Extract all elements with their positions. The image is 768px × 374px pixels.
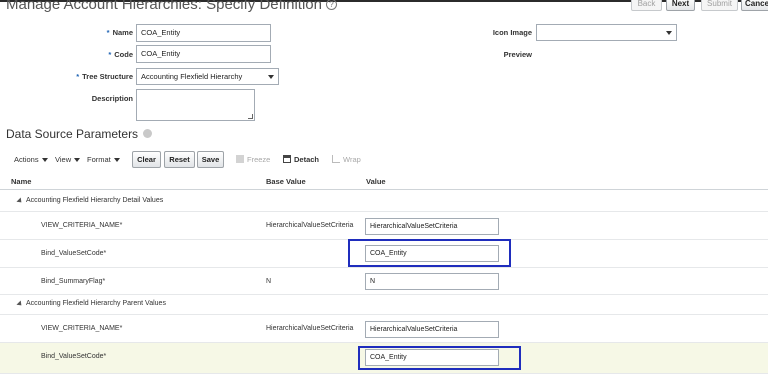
dropdown-arrow-icon bbox=[268, 75, 274, 79]
actions-menu[interactable]: Actions bbox=[14, 155, 48, 164]
description-textarea[interactable] bbox=[136, 89, 255, 121]
table-header: Name Base Value Value bbox=[0, 174, 768, 190]
save-button[interactable]: Save bbox=[197, 151, 224, 168]
reset-button[interactable]: Reset bbox=[164, 151, 195, 168]
tree-structure-label: * Tree Structure bbox=[76, 72, 133, 81]
chevron-down-icon bbox=[41, 158, 48, 162]
row-name: VIEW_CRITERIA_NAME* bbox=[41, 325, 123, 332]
next-button[interactable]: Next bbox=[666, 0, 695, 11]
freeze-icon bbox=[236, 155, 244, 163]
collapse-triangle-icon[interactable] bbox=[16, 300, 24, 308]
collapse-triangle-icon[interactable] bbox=[16, 197, 24, 205]
code-input[interactable]: COA_Entity bbox=[136, 45, 271, 63]
name-input[interactable]: COA_Entity bbox=[136, 24, 271, 42]
preview-label: Preview bbox=[503, 50, 532, 59]
data-source-parameters-title: Data Source Parameters bbox=[6, 127, 153, 141]
back-button[interactable]: Back bbox=[631, 0, 662, 11]
description-label: Description bbox=[91, 94, 133, 103]
table-row[interactable]: VIEW_CRITERIA_NAME* HierarchicalValueSet… bbox=[0, 212, 768, 240]
row-name: VIEW_CRITERIA_NAME* bbox=[41, 222, 123, 229]
format-menu[interactable]: Format bbox=[87, 155, 120, 164]
submit-button[interactable]: Submit bbox=[701, 0, 738, 11]
table-row[interactable]: VIEW_CRITERIA_NAME* HierarchicalValueSet… bbox=[0, 315, 768, 343]
column-header-name[interactable]: Name bbox=[11, 177, 31, 186]
dropdown-arrow-icon bbox=[666, 31, 672, 35]
chevron-down-icon bbox=[113, 158, 120, 162]
freeze-button[interactable]: Freeze bbox=[236, 155, 270, 164]
wrap-icon bbox=[332, 155, 340, 163]
section-title-text: Data Source Parameters bbox=[6, 127, 139, 141]
page-title: Manage Account Hierarchies: Specify Defi… bbox=[6, 0, 337, 13]
group-label: Accounting Flexfield Hierarchy Parent Va… bbox=[16, 300, 166, 308]
row-base-value: N bbox=[266, 278, 272, 285]
clear-button[interactable]: Clear bbox=[132, 151, 161, 168]
help-icon[interactable] bbox=[143, 129, 153, 138]
row-value-input[interactable]: N bbox=[365, 273, 499, 290]
detach-button[interactable]: Detach bbox=[283, 155, 319, 164]
row-base-value: HierarchicalValueSetCriteria bbox=[266, 222, 354, 229]
tree-structure-select[interactable]: Accounting Flexfield Hierarchy bbox=[136, 68, 264, 85]
group-label: Accounting Flexfield Hierarchy Detail Va… bbox=[16, 197, 163, 205]
group-row[interactable]: Accounting Flexfield Hierarchy Parent Va… bbox=[0, 295, 768, 315]
required-marker: * bbox=[76, 72, 80, 81]
group-row[interactable]: Accounting Flexfield Hierarchy Detail Va… bbox=[0, 191, 768, 212]
table-toolbar: Actions View Format Clear Reset Save Fre… bbox=[0, 150, 768, 170]
required-marker: * bbox=[108, 50, 112, 59]
icon-image-label: Icon Image bbox=[492, 28, 532, 37]
view-menu[interactable]: View bbox=[55, 155, 81, 164]
detach-icon bbox=[283, 155, 291, 163]
table-row[interactable]: Bind_SummaryFlag* N N bbox=[0, 268, 768, 295]
column-header-value[interactable]: Value bbox=[366, 177, 386, 186]
required-marker: * bbox=[106, 28, 110, 37]
page-title-text: Manage Account Hierarchies: Specify Defi… bbox=[6, 0, 322, 13]
help-icon[interactable]: ? bbox=[326, 0, 337, 10]
cancel-button[interactable]: Cancel bbox=[741, 0, 768, 11]
row-base-value: HierarchicalValueSetCriteria bbox=[266, 325, 354, 332]
tree-structure-dropdown-button[interactable] bbox=[263, 68, 279, 85]
row-value-input[interactable]: HierarchicalValueSetCriteria bbox=[365, 321, 499, 338]
highlight-box bbox=[348, 239, 511, 267]
row-name: Bind_ValueSetCode* bbox=[41, 353, 107, 360]
row-name: Bind_SummaryFlag* bbox=[41, 278, 106, 285]
column-header-base-value[interactable]: Base Value bbox=[266, 177, 306, 186]
row-value-input[interactable]: HierarchicalValueSetCriteria bbox=[365, 218, 499, 235]
highlight-box bbox=[358, 346, 521, 370]
row-name: Bind_ValueSetCode* bbox=[41, 250, 107, 257]
name-label: * Name bbox=[106, 28, 133, 37]
wrap-button[interactable]: Wrap bbox=[332, 155, 361, 164]
icon-image-select[interactable] bbox=[536, 24, 662, 41]
resize-grip-icon[interactable] bbox=[248, 114, 253, 119]
code-label: * Code bbox=[108, 50, 133, 59]
icon-image-dropdown-button[interactable] bbox=[661, 24, 677, 41]
chevron-down-icon bbox=[74, 158, 81, 162]
